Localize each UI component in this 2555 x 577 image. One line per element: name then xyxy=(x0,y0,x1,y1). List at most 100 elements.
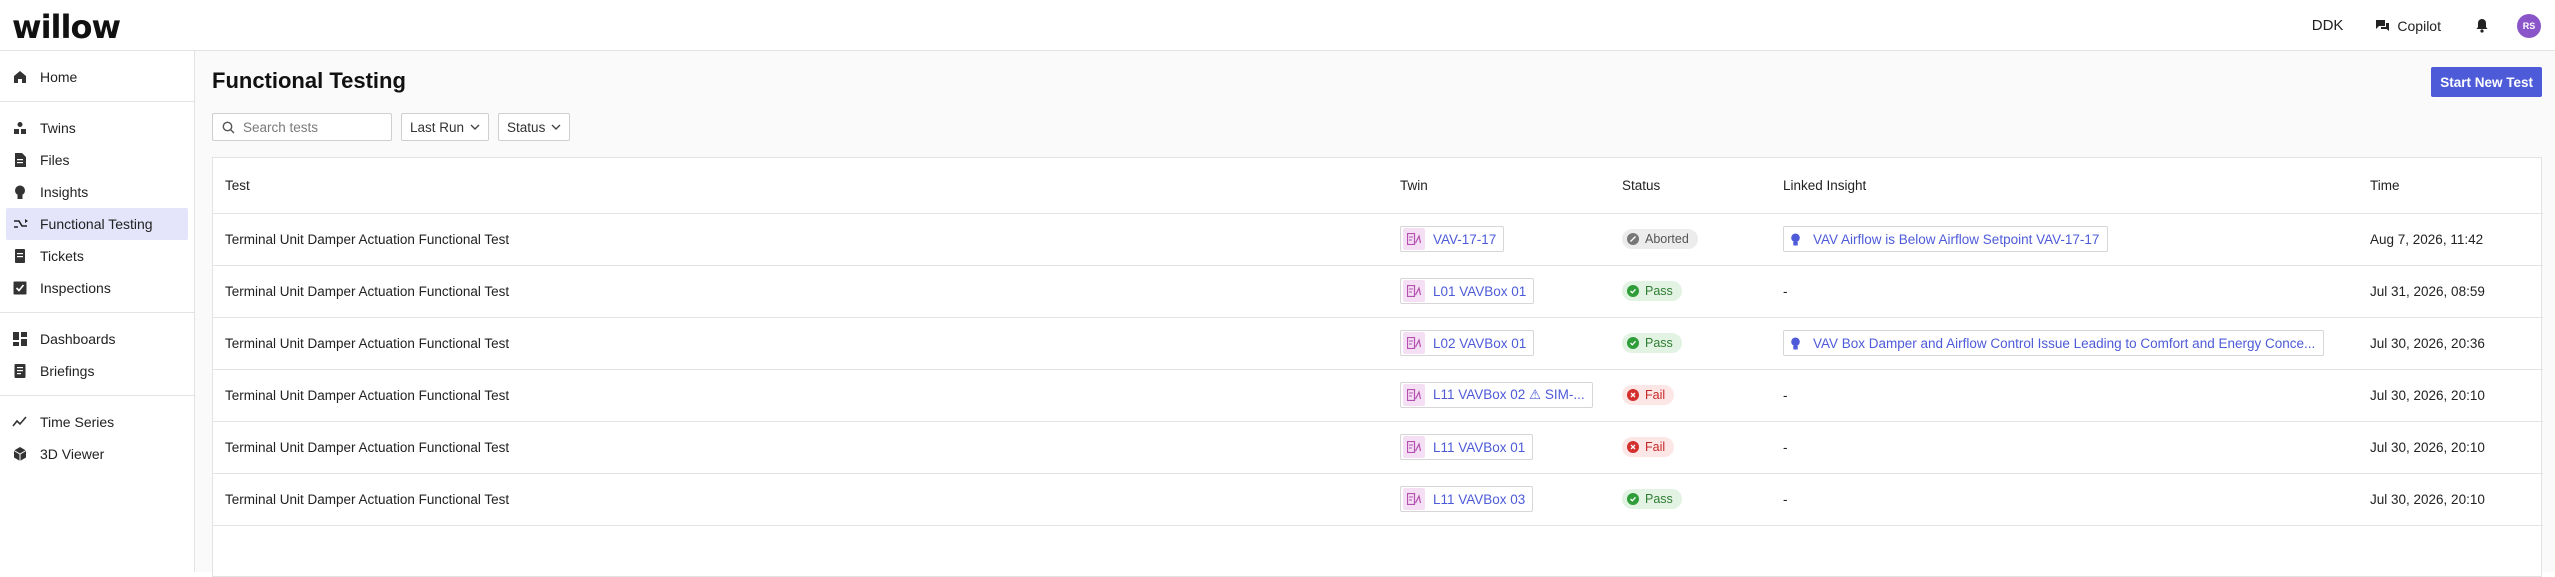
twin-cell: L01 VAVBox 01 xyxy=(1388,265,1610,318)
status-label: Pass xyxy=(1645,336,1673,350)
status-badge: Aborted xyxy=(1622,229,1698,249)
column-header-test[interactable]: Test xyxy=(213,158,1388,214)
search-input[interactable] xyxy=(243,119,383,135)
test-name-cell: Terminal Unit Damper Actuation Functiona… xyxy=(213,265,1388,318)
sidebar-item-twins[interactable]: Twins xyxy=(6,112,188,144)
status-pass-icon xyxy=(1627,337,1639,349)
notifications-bell-icon[interactable] xyxy=(2475,18,2489,33)
sidebar-item-files[interactable]: Files xyxy=(6,144,188,176)
linked-insight-label: VAV Airflow is Below Airflow Setpoint VA… xyxy=(1813,231,2100,247)
twin-link[interactable]: L02 VAVBox 01 xyxy=(1400,330,1535,356)
table-row[interactable]: Terminal Unit Damper Actuation Functiona… xyxy=(213,421,2543,474)
sidebar-item-3d-viewer[interactable]: 3D Viewer xyxy=(6,438,188,470)
page-title: Functional Testing xyxy=(212,68,406,93)
nav-group-analysis: Time Series 3D Viewer xyxy=(0,396,194,478)
table-row[interactable]: Terminal Unit Damper Actuation Functiona… xyxy=(213,213,2543,266)
cube-icon xyxy=(12,446,28,462)
sidebar-item-dashboards[interactable]: Dashboards xyxy=(6,323,188,355)
time-cell: Jul 30, 2026, 20:10 xyxy=(2358,473,2543,526)
status-dropdown[interactable]: Status xyxy=(498,113,571,141)
sidebar-item-label: Insights xyxy=(40,184,89,200)
test-name-cell: Terminal Unit Damper Actuation Functiona… xyxy=(213,473,1388,526)
twin-link[interactable]: L11 VAVBox 03 xyxy=(1400,486,1534,512)
twin-icon xyxy=(1403,384,1425,406)
sidebar-item-time-series[interactable]: Time Series xyxy=(6,406,188,438)
linked-insight-link[interactable]: VAV Airflow is Below Airflow Setpoint VA… xyxy=(1783,226,2109,252)
table-row[interactable]: Terminal Unit Damper Actuation Functiona… xyxy=(213,265,2543,318)
table-row[interactable]: Terminal Unit Damper Actuation Functiona… xyxy=(213,317,2543,370)
status-cell: Fail xyxy=(1610,421,1771,474)
sidebar-item-inspections[interactable]: Inspections xyxy=(6,272,188,304)
table-row[interactable]: Terminal Unit Damper Actuation Functiona… xyxy=(213,369,2543,422)
sidebar: Home Twins Files Insights Functional Tes… xyxy=(0,51,195,572)
sidebar-item-home[interactable]: Home xyxy=(6,61,188,93)
start-new-test-button[interactable]: Start New Test xyxy=(2431,67,2542,97)
column-header-twin[interactable]: Twin xyxy=(1388,158,1610,214)
chart-line-icon xyxy=(12,414,28,430)
home-icon xyxy=(12,69,28,85)
linked-insight-empty: - xyxy=(1783,439,1788,455)
sidebar-item-label: Tickets xyxy=(40,248,84,264)
file-icon xyxy=(12,152,28,168)
sidebar-item-functional-testing[interactable]: Functional Testing xyxy=(6,208,188,240)
twin-label: L11 VAVBox 03 xyxy=(1433,491,1526,507)
status-cell: Pass xyxy=(1610,265,1771,318)
status-cell: Aborted xyxy=(1610,213,1771,266)
twin-link[interactable]: L11 VAVBox 01 xyxy=(1400,434,1534,460)
twin-link[interactable]: L01 VAVBox 01 xyxy=(1400,278,1535,304)
status-badge: Fail xyxy=(1622,385,1675,405)
copilot-button[interactable]: Copilot xyxy=(2375,18,2441,34)
twin-label: L11 VAVBox 02 ⚠ SIM-... xyxy=(1433,387,1585,402)
linked-insight-cell: - xyxy=(1771,369,2358,422)
column-header-status[interactable]: Status xyxy=(1610,158,1771,214)
linked-insight-empty: - xyxy=(1783,387,1788,403)
twin-cell: L11 VAVBox 03 xyxy=(1388,473,1610,526)
top-bar: willow DDK Copilot RS xyxy=(0,0,2555,51)
nav-group-reports: Dashboards Briefings xyxy=(0,313,194,396)
time-cell: Jul 31, 2026, 08:59 xyxy=(2358,265,2543,318)
status-label: Fail xyxy=(1645,440,1666,454)
twin-icon xyxy=(1403,280,1425,302)
ticket-icon xyxy=(12,248,28,264)
search-icon xyxy=(222,121,235,133)
status-badge: Pass xyxy=(1622,281,1682,301)
twin-icon xyxy=(1403,488,1425,510)
sidebar-item-label: Briefings xyxy=(40,363,95,379)
twin-icon xyxy=(1403,332,1425,354)
sidebar-item-insights[interactable]: Insights xyxy=(6,176,188,208)
search-box[interactable] xyxy=(212,113,392,141)
column-header-linked-insight[interactable]: Linked Insight xyxy=(1771,158,2358,214)
willow-logo[interactable]: willow xyxy=(12,8,121,46)
main-content: Functional Testing Start New Test Last R… xyxy=(195,51,2555,577)
last-run-dropdown[interactable]: Last Run xyxy=(401,113,490,141)
twin-link[interactable]: L11 VAVBox 02 ⚠ SIM-... xyxy=(1400,382,1593,408)
linked-insight-cell: - xyxy=(1771,473,2358,526)
lightbulb-icon xyxy=(1790,337,1801,350)
status-filter-label: Status xyxy=(507,119,546,135)
linked-insight-link[interactable]: VAV Box Damper and Airflow Control Issue… xyxy=(1783,330,2325,356)
chat-icon xyxy=(2376,19,2390,31)
functional-testing-icon xyxy=(12,216,28,232)
sidebar-item-label: Home xyxy=(40,69,78,85)
sidebar-item-briefings[interactable]: Briefings xyxy=(6,355,188,387)
table-row[interactable]: Terminal Unit Damper Actuation Functiona… xyxy=(213,473,2543,526)
user-avatar[interactable]: RS xyxy=(2517,13,2541,38)
lightbulb-icon xyxy=(1790,233,1801,246)
table-header-row: Test Twin Status Linked Insight Time xyxy=(213,158,2543,214)
test-name-cell: Terminal Unit Damper Actuation Functiona… xyxy=(213,213,1388,266)
time-cell: Jul 30, 2026, 20:36 xyxy=(2358,317,2543,370)
site-selector[interactable]: DDK xyxy=(2312,17,2344,34)
tests-table: Test Twin Status Linked Insight Time Ter… xyxy=(212,157,2543,577)
twin-label: L02 VAVBox 01 xyxy=(1433,335,1527,351)
linked-insight-cell: - xyxy=(1771,265,2358,318)
twin-link[interactable]: VAV-17-17 xyxy=(1400,226,1505,252)
column-header-time[interactable]: Time xyxy=(2358,158,2543,214)
sidebar-item-tickets[interactable]: Tickets xyxy=(6,240,188,272)
status-fail-icon xyxy=(1627,389,1639,401)
status-cell: Pass xyxy=(1610,473,1771,526)
linked-insight-cell: VAV Airflow is Below Airflow Setpoint VA… xyxy=(1771,213,2358,266)
checkbox-icon xyxy=(12,280,28,296)
status-pass-icon xyxy=(1627,493,1639,505)
test-name-cell: Terminal Unit Damper Actuation Functiona… xyxy=(213,421,1388,474)
time-cell: Jul 30, 2026, 20:10 xyxy=(2358,421,2543,474)
